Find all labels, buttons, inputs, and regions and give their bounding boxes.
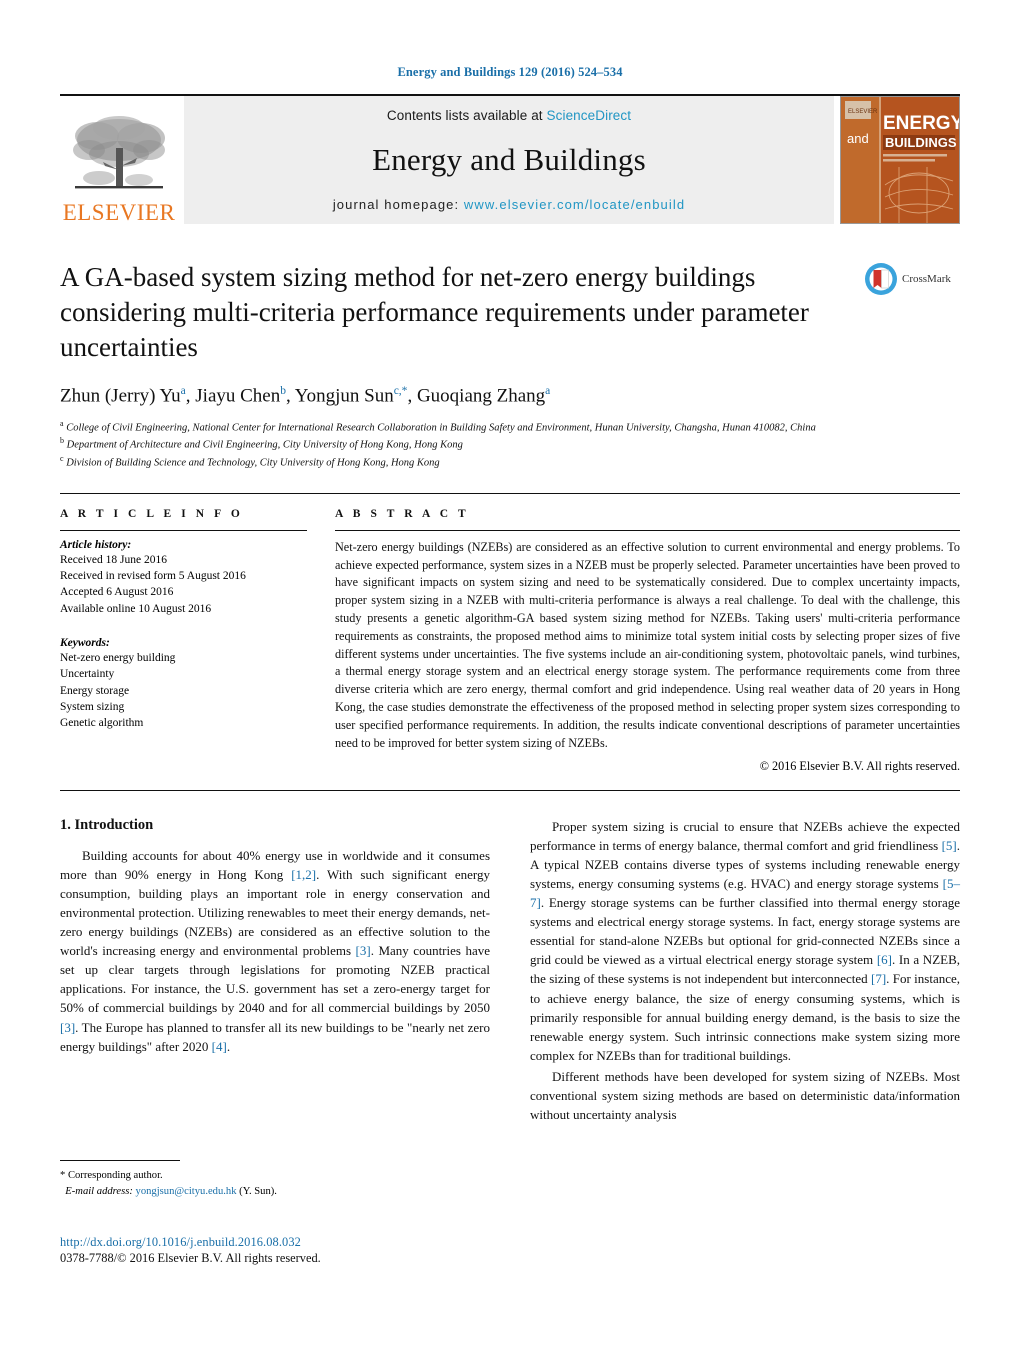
svg-text:ENERGY: ENERGY — [883, 113, 959, 134]
history-item: Received in revised form 5 August 2016 — [60, 570, 246, 583]
section-title-introduction: 1. Introduction — [60, 816, 154, 833]
keyword-item: Energy storage — [60, 684, 130, 697]
email-link[interactable]: yongjsun@cityu.edu.hk — [136, 1186, 237, 1197]
affiliation-item: b Department of Architecture and Civil E… — [60, 436, 463, 451]
footnote-block: * Corresponding author. E-mail address: … — [60, 1160, 490, 1200]
author-list: Zhun (Jerry) Yua, Jiayu Chenb, Yongjun S… — [60, 385, 551, 407]
body-columns: 1. Introduction Building accounts for ab… — [60, 817, 960, 1127]
email-note: E-mail address: yongjsun@cityu.edu.hk (Y… — [60, 1184, 490, 1200]
doi-link[interactable]: http://dx.doi.org/10.1016/j.enbuild.2016… — [60, 1235, 520, 1250]
article-history-label: Article history: — [60, 538, 132, 551]
keyword-item: Net-zero energy building — [60, 652, 176, 665]
svg-text:and: and — [847, 131, 869, 146]
keywords-block: Keywords: Net-zero energy building Uncer… — [60, 637, 307, 732]
svg-text:BUILDINGS: BUILDINGS — [885, 135, 957, 150]
crossmark-badge[interactable]: CrossMark — [864, 262, 960, 296]
corresponding-author-text: * Corresponding author. — [60, 1170, 163, 1181]
article-info-heading: A R T I C L E I N F O — [60, 507, 244, 520]
citation-link[interactable]: [5] — [942, 838, 957, 853]
contents-available-line: Contents lists available at ScienceDirec… — [387, 108, 631, 123]
issn-copyright-line: 0378-7788/© 2016 Elsevier B.V. All right… — [60, 1251, 321, 1265]
journal-homepage-line: journal homepage: www.elsevier.com/locat… — [333, 197, 685, 212]
paragraph: Different methods have been developed fo… — [530, 1068, 960, 1123]
email-label: E-mail address: — [65, 1185, 133, 1197]
keyword-item: Genetic algorithm — [60, 717, 144, 730]
keywords-label: Keywords: — [60, 637, 110, 650]
body-column-left: 1. Introduction Building accounts for ab… — [60, 817, 490, 1127]
journal-cover-thumbnail: ELSEVIER and ENERGY BUILDINGS — [840, 96, 960, 224]
running-head: Energy and Buildings 129 (2016) 524–534 — [397, 65, 623, 79]
history-item: Accepted 6 August 2016 — [60, 586, 174, 599]
article-info-column: A R T I C L E I N F O Article history: R… — [60, 508, 307, 774]
abstract-text: Net-zero energy buildings (NZEBs) are co… — [335, 539, 960, 750]
elsevier-tree-icon — [73, 116, 165, 189]
citation-link[interactable]: [3] — [356, 943, 371, 958]
svg-text:ELSEVIER: ELSEVIER — [848, 109, 878, 115]
affiliation-text: Division of Building Science and Technol… — [66, 457, 440, 469]
abstract-copyright: © 2016 Elsevier B.V. All rights reserved… — [759, 758, 960, 773]
page-title: A GA-based system sizing method for net-… — [60, 262, 809, 363]
citation-link[interactable]: [1,2] — [291, 867, 316, 882]
sciencedirect-link[interactable]: ScienceDirect — [547, 108, 632, 123]
email-suffix: (Y. Sun). — [239, 1185, 277, 1197]
homepage-prefix: journal homepage: — [332, 197, 464, 212]
affiliation-list: a College of Civil Engineering, National… — [60, 418, 960, 471]
affiliation-text: Department of Architecture and Civil Eng… — [66, 439, 463, 451]
crossmark-icon — [865, 263, 897, 295]
citation-link[interactable]: [5–7] — [530, 876, 960, 910]
paragraph: Building accounts for about 40% energy u… — [60, 847, 490, 1054]
elsevier-logo: ELSEVIER — [60, 96, 178, 224]
journal-title: Energy and Buildings — [372, 142, 646, 177]
citation-link[interactable]: [7] — [871, 971, 886, 986]
citation-link[interactable]: [6] — [877, 952, 892, 967]
history-item: Available online 10 August 2016 — [60, 602, 212, 615]
journal-masthead: ELSEVIER Contents lists available at Sci… — [60, 94, 960, 224]
abstract-heading: A B S T R A C T — [335, 507, 470, 520]
citation-link[interactable]: [4] — [212, 1039, 227, 1054]
homepage-link[interactable]: www.elsevier.com/locate/enbuild — [464, 197, 685, 212]
keyword-item: Uncertainty — [60, 668, 115, 681]
doi-block: http://dx.doi.org/10.1016/j.enbuild.2016… — [60, 1235, 520, 1266]
citation-link[interactable]: [3] — [60, 1020, 75, 1035]
paragraph: Proper system sizing is crucial to ensur… — [530, 818, 961, 1063]
abstract-column: A B S T R A C T Net-zero energy building… — [335, 508, 960, 774]
divider — [60, 529, 307, 531]
elsevier-wordmark: ELSEVIER — [62, 200, 176, 225]
affiliation-item: a College of Civil Engineering, National… — [60, 418, 816, 434]
keyword-item: System sizing — [60, 701, 125, 714]
history-item: Received 18 June 2016 — [60, 553, 167, 566]
affiliation-item: c Division of Building Science and Techn… — [60, 454, 440, 469]
paper-page: Energy and Buildings 129 (2016) 524–534 — [0, 0, 1020, 1351]
corresponding-author-note: * Corresponding author. — [60, 1168, 490, 1184]
contents-prefix: Contents lists available at — [386, 108, 547, 123]
journal-band: Contents lists available at ScienceDirec… — [184, 96, 834, 224]
divider — [335, 529, 960, 531]
title-block: A GA-based system sizing method for net-… — [60, 260, 960, 471]
affiliation-text: College of Civil Engineering, National C… — [66, 422, 816, 434]
body-column-right: Proper system sizing is crucial to ensur… — [530, 817, 960, 1127]
footnote-rule — [60, 1160, 180, 1161]
cover-art-icon: ELSEVIER and ENERGY BUILDINGS — [841, 97, 959, 223]
info-abstract-section: A R T I C L E I N F O Article history: R… — [60, 492, 960, 791]
crossmark-label: CrossMark — [902, 273, 951, 285]
